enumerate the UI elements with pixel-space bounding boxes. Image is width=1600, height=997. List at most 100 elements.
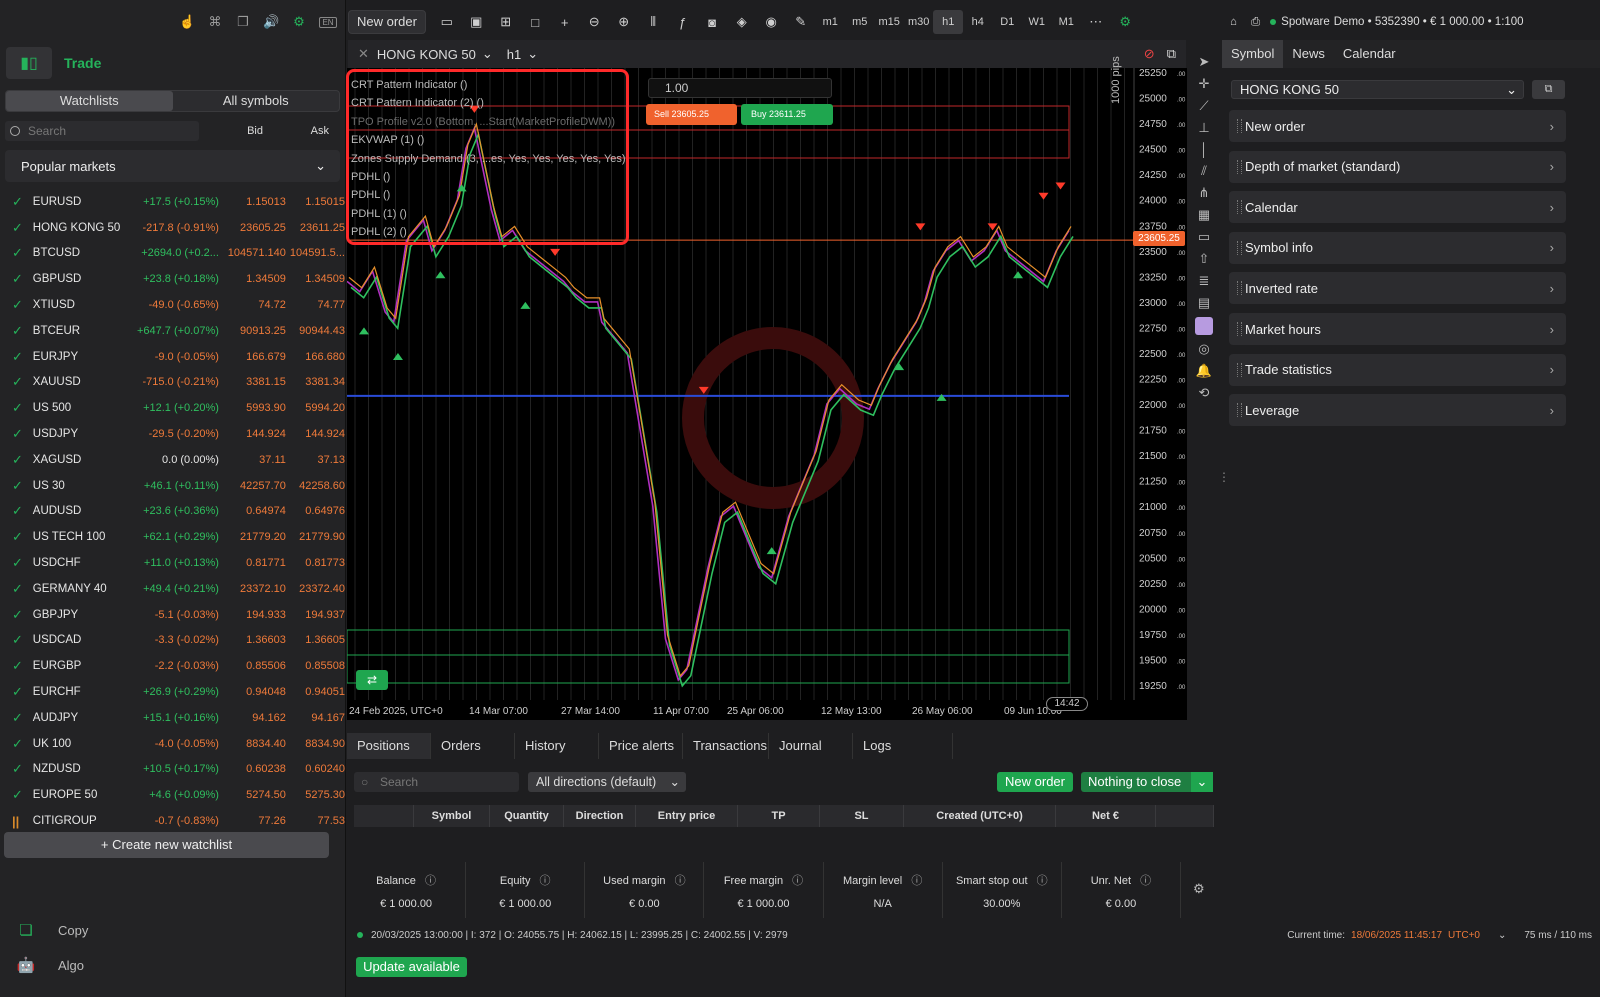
watchlist-row[interactable]: ✓ XAGUSD 0.0 (0.00%) 37.11 37.13 [0, 447, 345, 473]
tab-watchlists[interactable]: Watchlists [6, 91, 173, 111]
symbol-ask[interactable]: 77.53 [286, 815, 345, 827]
symbol-ask[interactable]: 166.680 [286, 351, 345, 363]
info-icon[interactable]: ⓘ [911, 875, 922, 887]
watchlist-search-input[interactable]: Search [5, 121, 199, 141]
chart-symbol[interactable]: HONG KONG 50 [377, 47, 476, 62]
tab-calendar[interactable]: Calendar [1334, 40, 1405, 68]
fibonacci-icon[interactable]: ⫽ [1201, 163, 1207, 179]
symbol-ask[interactable]: 23372.40 [286, 583, 345, 595]
command-icon[interactable]: ⌘ [207, 14, 223, 30]
symbol-bid[interactable]: 5993.90 [219, 402, 286, 414]
symbol-bid[interactable]: 0.94048 [219, 686, 286, 698]
close-icon[interactable]: ✕ [358, 46, 369, 62]
symbol-ask[interactable]: 5275.30 [286, 789, 345, 801]
symbol-bid[interactable]: 0.60238 [219, 763, 286, 775]
settings-icon[interactable]: ⌂ [1230, 16, 1237, 28]
symbol-menu-item[interactable]: Symbol info › [1229, 231, 1566, 264]
column-header[interactable]: SL [820, 805, 904, 827]
symbol-ask[interactable]: 3381.34 [286, 376, 345, 388]
column-header[interactable]: Direction [564, 805, 636, 827]
column-header[interactable]: Created (UTC+0) [904, 805, 1056, 827]
info-icon[interactable]: ⓘ [792, 875, 803, 887]
create-watchlist-button[interactable]: + Create new watchlist [4, 832, 329, 858]
rectangle-icon[interactable]: ▭ [1198, 229, 1210, 245]
symbol-ask[interactable]: 90944.43 [286, 325, 345, 337]
symbol-ask[interactable]: 74.77 [286, 299, 345, 311]
watchlist-row[interactable]: ✓ UK 100 -4.0 (-0.05%) 8834.40 8834.90 [0, 731, 345, 757]
chart-type-icon[interactable]: ⫴ [638, 14, 668, 30]
symbol-bid[interactable]: 144.924 [219, 428, 286, 440]
column-header[interactable]: TP [738, 805, 820, 827]
info-icon[interactable]: ⓘ [1037, 875, 1048, 887]
watchlist-row[interactable]: ✓ EURGBP -2.2 (-0.03%) 0.85506 0.85508 [0, 653, 345, 679]
symbol-bid[interactable]: 74.72 [219, 299, 286, 311]
column-header[interactable]: Quantity [490, 805, 564, 827]
watchlist-row[interactable]: ✓ BTCUSD +2694.0 (+0.2... 104571.140 104591.… [0, 241, 345, 267]
grid-tool-icon[interactable]: ▦ [1198, 207, 1210, 223]
timezone[interactable]: UTC+0 [1448, 930, 1480, 941]
symbol-menu-item[interactable]: Trade statistics › [1229, 353, 1566, 386]
column-header[interactable]: Net € [1056, 805, 1156, 827]
symbol-menu-item[interactable]: Market hours › [1229, 313, 1566, 345]
eye-icon[interactable]: ◉ [756, 14, 786, 30]
symbol-ask[interactable]: 0.81773 [286, 557, 345, 569]
chart-trade-icon[interactable]: ⇄ [356, 670, 388, 690]
more-icon[interactable]: ⋯ [1081, 14, 1111, 30]
chevron-down-icon[interactable]: ⌄ [527, 46, 538, 62]
color-swatch[interactable] [1195, 317, 1213, 335]
chevron-down-icon[interactable]: ⌄ [1498, 930, 1506, 941]
symbol-bid[interactable]: 23372.10 [219, 583, 286, 595]
symbol-ask[interactable]: 144.924 [286, 428, 345, 440]
zoom-in-icon[interactable]: ⊕ [609, 14, 639, 30]
watchlist-row[interactable]: ✓ AUDUSD +23.6 (+0.36%) 0.64974 0.64976 [0, 499, 345, 525]
symbol-bid[interactable]: 1.36603 [219, 634, 286, 646]
tf-d1[interactable]: D1 [992, 16, 1022, 28]
symbol-bid[interactable]: 0.85506 [219, 660, 286, 672]
screenshot-icon[interactable]: ⎙ [1251, 16, 1260, 29]
label-icon[interactable]: ▤ [1198, 295, 1210, 311]
column-header[interactable]: Entry price [636, 805, 738, 827]
bot-icon[interactable]: ⚙ [291, 14, 307, 30]
tf-mn1[interactable]: M1 [1051, 16, 1081, 28]
tab-transactions[interactable]: Transactions [683, 733, 769, 759]
watchlist-row[interactable]: ✓ US TECH 100 +62.1 (+0.29%) 21779.20 21779.… [0, 524, 345, 550]
watchlist-row[interactable]: ✓ USDCHF +11.0 (+0.13%) 0.81771 0.81773 [0, 550, 345, 576]
keyboard-lang-icon[interactable]: EN [319, 16, 337, 28]
symbol-bid[interactable]: 37.11 [219, 454, 286, 466]
tf-w1[interactable]: W1 [1022, 16, 1052, 28]
watchlist-row[interactable]: || CITIGROUP -0.7 (-0.83%) 77.26 77.53 [0, 808, 345, 834]
info-icon[interactable]: ⓘ [425, 875, 436, 887]
hand-icon[interactable]: ☝ [179, 14, 195, 30]
replay-icon[interactable]: ⟲ [1199, 385, 1210, 401]
watchlist-row[interactable]: ✓ EUROPE 50 +4.6 (+0.09%) 5274.50 5275.30 [0, 782, 345, 808]
text-tool-icon[interactable]: ≣ [1199, 273, 1210, 289]
watchlist-row[interactable]: ✓ EURJPY -9.0 (-0.05%) 166.679 166.680 [0, 344, 345, 370]
quantity-input[interactable]: 1.00 [648, 78, 832, 98]
sound-icon[interactable]: 🔊 [263, 14, 279, 30]
info-icon[interactable]: ⓘ [675, 875, 686, 887]
direction-select[interactable]: All directions (default) ⌄ [528, 772, 686, 792]
tab-symbol[interactable]: Symbol [1222, 40, 1284, 68]
crosshair-icon[interactable]: + [550, 15, 580, 30]
symbol-ask[interactable]: 104591.5... [286, 247, 345, 259]
windows-icon[interactable]: ❐ [235, 14, 251, 30]
column-header[interactable]: Symbol [414, 805, 490, 827]
update-available-button[interactable]: Update available [356, 957, 467, 977]
tf-h1[interactable]: h1 [933, 10, 963, 34]
new-order-button[interactable]: New order [348, 10, 426, 34]
watchlist-row[interactable]: ✓ NZDUSD +10.5 (+0.17%) 0.60238 0.60240 [0, 757, 345, 783]
tf-m30[interactable]: m30 [904, 16, 934, 28]
watchlist-row[interactable]: ✓ BTCEUR +647.7 (+0.07%) 90913.25 90944.43 [0, 318, 345, 344]
watchlist-row[interactable]: ✓ GERMANY 40 +49.4 (+0.21%) 23372.10 23372.4… [0, 576, 345, 602]
symbol-ask[interactable]: 94.167 [286, 712, 345, 724]
edit-chart-icon[interactable]: ✎ [786, 14, 816, 30]
watchlist-row[interactable]: ✓ EURUSD +17.5 (+0.15%) 1.15013 1.15015 [0, 189, 345, 215]
symbol-bid[interactable]: 104571.140 [219, 247, 286, 259]
watchlist-row[interactable]: ✓ USDJPY -29.5 (-0.20%) 144.924 144.924 [0, 421, 345, 447]
arrow-up-icon[interactable]: ⇧ [1199, 251, 1210, 267]
symbol-bid[interactable]: 5274.50 [219, 789, 286, 801]
symbol-ask[interactable]: 5994.20 [286, 402, 345, 414]
symbol-ask[interactable]: 23611.25 [286, 222, 345, 234]
indicators-icon[interactable]: ƒ [668, 15, 698, 30]
symbol-ask[interactable]: 194.937 [286, 609, 345, 621]
